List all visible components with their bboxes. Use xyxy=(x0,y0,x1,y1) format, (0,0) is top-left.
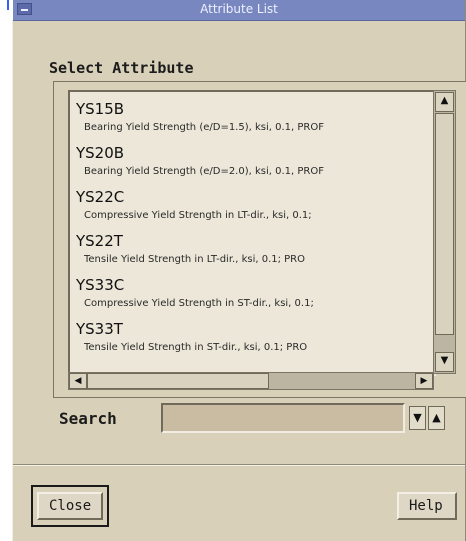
vertical-scroll-thumb[interactable] xyxy=(435,113,454,335)
attribute-code: YS33C xyxy=(76,276,125,294)
attribute-description: Compressive Yield Strength in ST-dir., k… xyxy=(84,298,314,309)
close-button[interactable]: Close xyxy=(37,492,103,520)
search-input[interactable] xyxy=(161,403,405,433)
help-button[interactable]: Help xyxy=(397,492,457,520)
dialog-window: Attribute List Select Attribute YS15B Be… xyxy=(1,0,466,541)
attribute-description: Tensile Yield Strength in ST-dir., ksi, … xyxy=(84,342,308,353)
arrow-right-icon[interactable]: ▶ xyxy=(415,373,433,389)
attribute-description: Bearing Yield Strength (e/D=1.5), ksi, 0… xyxy=(84,122,324,133)
cursor-mark xyxy=(7,0,9,10)
attribute-list[interactable]: YS15B Bearing Yield Strength (e/D=1.5), … xyxy=(68,90,436,376)
list-item[interactable]: YS33T Tensile Yield Strength in ST-dir.,… xyxy=(70,312,434,374)
arrow-down-icon[interactable]: ▼ xyxy=(435,352,454,372)
attribute-code: YS20B xyxy=(76,144,125,162)
vertical-scrollbar[interactable]: ▲ ▼ xyxy=(433,90,456,374)
attribute-description: Compressive Yield Strength in LT-dir., k… xyxy=(84,210,312,221)
arrow-down-icon: ▼ xyxy=(413,411,422,424)
search-label: Search xyxy=(59,409,117,428)
arrow-up-icon: ▲ xyxy=(432,411,441,424)
search-next-button[interactable]: ▼ xyxy=(409,406,426,430)
attribute-description: Bearing Yield Strength (e/D=2.0), ksi, 0… xyxy=(84,166,324,177)
attribute-code: YS15B xyxy=(76,100,125,118)
attribute-description: Tensile Yield Strength in LT-dir., ksi, … xyxy=(84,254,306,265)
title-bar[interactable]: Attribute List xyxy=(13,0,465,21)
arrow-up-icon[interactable]: ▲ xyxy=(435,92,454,112)
attribute-code: YS22T xyxy=(76,232,123,250)
arrow-left-icon[interactable]: ◀ xyxy=(69,373,87,389)
horizontal-scrollbar[interactable]: ◀ ▶ xyxy=(68,372,434,390)
search-prev-button[interactable]: ▲ xyxy=(428,406,445,430)
button-separator xyxy=(13,464,465,466)
attribute-code: YS22C xyxy=(76,188,125,206)
horizontal-scroll-thumb[interactable] xyxy=(87,373,269,389)
window-title: Attribute List xyxy=(200,2,278,16)
section-label: Select Attribute xyxy=(49,59,194,77)
attribute-list-frame: YS15B Bearing Yield Strength (e/D=1.5), … xyxy=(53,81,466,398)
attribute-code: YS33T xyxy=(76,320,123,338)
